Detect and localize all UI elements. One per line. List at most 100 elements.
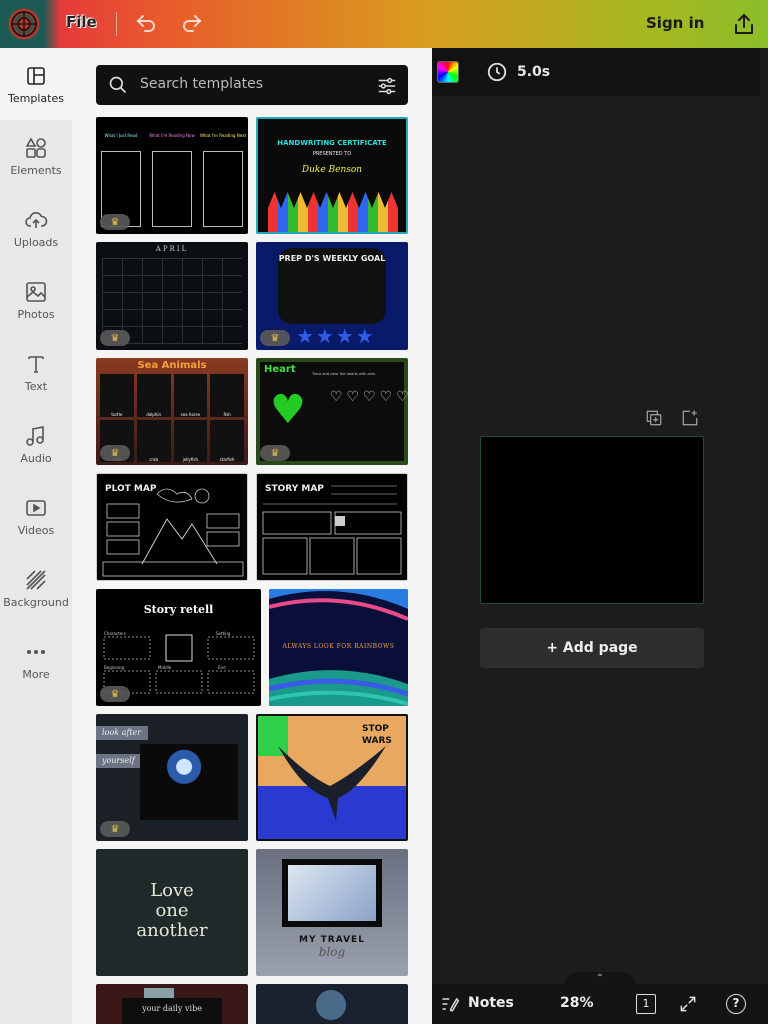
premium-crown-icon: ♛: [100, 214, 130, 230]
template-text: yourself: [102, 756, 135, 765]
rail-item-label: Uploads: [13, 236, 59, 249]
text-icon: [24, 352, 48, 376]
notes-icon[interactable]: [440, 994, 460, 1014]
animal-label: dolphin: [136, 374, 171, 417]
clock-icon[interactable]: [486, 61, 508, 83]
templates-icon: [24, 64, 48, 88]
template-card-handwriting-certificate[interactable]: HANDWRITING CERTIFICATE PRESENTED TO Duk…: [256, 117, 408, 234]
notes-button[interactable]: Notes: [468, 995, 514, 1011]
rail-item-audio[interactable]: Audio: [0, 408, 72, 472]
rail-item-videos[interactable]: Videos: [0, 480, 72, 544]
expand-pages-handle[interactable]: ⌃: [565, 972, 635, 986]
template-card-look-after-yourself[interactable]: look after yourself ♛: [96, 714, 248, 841]
rail-item-photos[interactable]: Photos: [0, 264, 72, 328]
rail-item-label: Elements: [10, 164, 62, 177]
photo-frame: [140, 744, 238, 820]
premium-crown-icon: ♛: [100, 686, 130, 702]
template-card-travel-blog[interactable]: MY TRAVEL blog: [256, 849, 408, 976]
stars-row: ★★★★: [296, 324, 376, 348]
template-text: APRIL: [155, 245, 189, 253]
rail-item-templates[interactable]: Templates: [0, 48, 72, 112]
animal-label: starfish: [210, 419, 244, 462]
add-page-button[interactable]: + Add page: [480, 628, 704, 668]
file-menu-button[interactable]: File: [66, 13, 97, 31]
upload-cloud-icon: [24, 208, 48, 232]
app-logo-icon[interactable]: [6, 6, 42, 42]
search-icon: [108, 75, 128, 95]
template-card-plot-map[interactable]: PLOT MAP: [96, 473, 248, 581]
template-card-weekly-goal[interactable]: PREP D'S WEEKLY GOAL ★★★★ ♛: [256, 242, 408, 350]
rail-item-label: Photos: [17, 308, 55, 321]
fullscreen-icon[interactable]: [678, 994, 698, 1014]
help-button[interactable]: ?: [726, 994, 746, 1014]
photo-image: [288, 865, 376, 921]
rail-item-more[interactable]: More: [0, 624, 72, 688]
animal-label: fish: [210, 374, 244, 417]
template-card-stop-wars[interactable]: STOP WARS: [256, 714, 408, 841]
template-card-story-map[interactable]: STORY MAP: [256, 473, 408, 581]
template-card-reading-log[interactable]: What I Just Read What I'm Reading Now Wh…: [96, 117, 248, 234]
template-card-heart-tracing[interactable]: Heart Trace and color the hearts with pi…: [256, 358, 408, 465]
filter-sliders-icon[interactable]: [376, 75, 398, 97]
photo-icon: [24, 280, 48, 304]
template-text: one: [155, 900, 189, 921]
rail-item-label: Videos: [17, 524, 55, 537]
template-card-love-one-another[interactable]: Love one another: [96, 849, 248, 976]
template-card-sea-animals[interactable]: Sea Animals turtle dolphin sea horse fis…: [96, 358, 248, 465]
add-page-icon[interactable]: [680, 408, 700, 428]
rail-item-background[interactable]: Background: [0, 552, 72, 616]
template-text: your daily vibe: [142, 1004, 202, 1013]
rail-item-elements[interactable]: Elements: [0, 120, 72, 184]
sign-in-button[interactable]: Sign in: [646, 14, 704, 32]
template-card-april-calendar[interactable]: APRIL ♛: [96, 242, 248, 350]
share-icon[interactable]: [732, 12, 756, 36]
animal-label: sea horse: [173, 374, 208, 417]
premium-crown-icon: ♛: [260, 330, 290, 346]
template-card-daily-vibe[interactable]: your daily vibe: [96, 984, 248, 1024]
more-dots-icon: [24, 640, 48, 664]
search-placeholder: Search templates: [140, 76, 264, 92]
duration-label[interactable]: 5.0s: [517, 64, 550, 80]
heart-outlines: ♡♡♡♡♡♡♡♡♡: [330, 389, 408, 405]
animal-label: turtle: [100, 374, 134, 417]
pencils-illustration: [268, 192, 398, 232]
rail-item-label: Templates: [8, 92, 64, 105]
rail-item-label: Text: [24, 380, 48, 393]
animal-label: crab: [136, 419, 171, 462]
duplicate-page-icon[interactable]: [644, 408, 664, 428]
design-canvas-page[interactable]: [480, 436, 704, 604]
rail-item-label: Audio: [20, 452, 52, 465]
undo-icon[interactable]: [134, 12, 158, 36]
premium-crown-icon: ♛: [100, 330, 130, 346]
rail-item-label: Background: [3, 596, 69, 609]
template-card-rainbows[interactable]: ALWAYS LOOK FOR RAINBOWS: [269, 589, 408, 706]
search-templates-input[interactable]: Search templates: [96, 65, 408, 105]
background-stripes-icon: [24, 568, 48, 592]
premium-crown-icon: ♛: [100, 821, 130, 837]
template-text: What I'm Reading Now: [149, 133, 195, 138]
template-text: ALWAYS LOOK FOR RAINBOWS: [282, 643, 395, 650]
template-text: PREP D'S WEEKLY GOAL: [278, 254, 386, 263]
zoom-level[interactable]: 28%: [560, 995, 594, 1011]
template-card-botanical[interactable]: [256, 984, 408, 1024]
template-text: Sea Animals: [137, 360, 207, 371]
template-text: What I Just Read: [104, 133, 138, 138]
page-count-button[interactable]: 1: [636, 994, 656, 1014]
template-box: [203, 151, 243, 227]
animal-label: jellyfish: [173, 419, 208, 462]
premium-crown-icon: ♛: [260, 445, 290, 461]
editor-toolbar: [432, 48, 760, 96]
template-card-story-retell[interactable]: Story retell Characters Setting Beginnin…: [96, 589, 261, 706]
template-box: [152, 151, 192, 227]
rail-item-text[interactable]: Text: [0, 336, 72, 400]
template-text: blog: [318, 945, 346, 959]
template-text: Love: [150, 880, 194, 901]
top-bar: File Sign in: [0, 0, 768, 48]
color-picker-swatch[interactable]: [437, 61, 459, 83]
decor-circle: [316, 990, 346, 1020]
templates-panel: Search templates What I Just Read What I…: [72, 48, 432, 1024]
redo-icon[interactable]: [180, 12, 204, 36]
rail-item-uploads[interactable]: Uploads: [0, 192, 72, 256]
elements-icon: [24, 136, 48, 160]
video-icon: [24, 496, 48, 520]
